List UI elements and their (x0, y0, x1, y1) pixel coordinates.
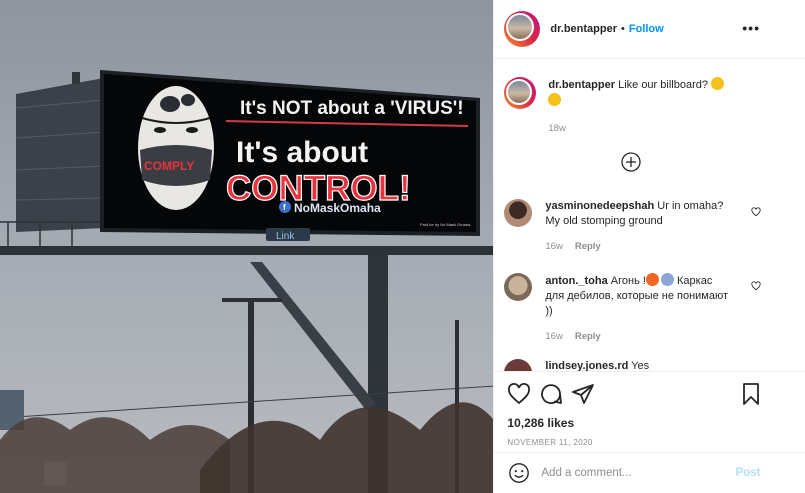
header-username[interactable]: dr.bentapper (550, 23, 617, 35)
post-comment-button[interactable]: Post (735, 467, 760, 479)
reply-button[interactable]: Reply (575, 241, 601, 252)
load-more-comments-icon[interactable] (621, 152, 642, 172)
caption-avatar[interactable] (504, 77, 537, 109)
fire-emoji-icon (645, 273, 659, 286)
like-heart-icon[interactable] (507, 382, 531, 406)
comment-item: anton._toha Агонь ! Каркас для дебилов, … (504, 273, 730, 344)
avatar[interactable] (504, 11, 541, 47)
comment-text: Yes (631, 360, 650, 372)
comment-text-part-a: Агонь ! (610, 275, 646, 287)
reply-button[interactable]: Reply (575, 331, 601, 342)
billboard-line2: It's about (236, 136, 368, 169)
caption-text: Like our billboard? (618, 79, 708, 91)
billboard-line1: It's NOT about a 'VIRUS'! (240, 98, 464, 119)
add-comment-bar: Add a comment... Post (494, 452, 805, 493)
comment-like-heart-icon[interactable] (751, 281, 761, 291)
svg-text:f: f (283, 203, 286, 212)
comment-bubble-icon[interactable] (539, 382, 563, 406)
comment-avatar[interactable] (504, 273, 533, 301)
comment-item: lindsey.jones.rd Yes (504, 359, 730, 372)
comment-item: yasminonedeepshah Ur in omaha? My old st… (504, 199, 730, 254)
billboard-small-print: Paid for by No Mask Omaha (420, 222, 471, 227)
instagram-post: It's NOT about a 'VIRUS'! It's about CON… (0, 0, 805, 493)
caption: dr.bentapper Like our billboard? 18w (504, 77, 748, 136)
comment-username[interactable]: lindsey.jones.rd (545, 360, 628, 371)
more-options-icon[interactable]: ••• (742, 20, 760, 36)
caption-username[interactable]: dr.bentapper (548, 79, 615, 91)
comment-time[interactable]: 16w (545, 241, 562, 252)
comment-like-heart-icon[interactable] (751, 207, 761, 217)
billboard-handle: NoMaskOmaha (294, 201, 381, 215)
rocket-emoji-icon (660, 273, 674, 286)
grimace-emoji-icon (548, 93, 562, 106)
share-plane-icon[interactable] (571, 382, 595, 406)
billboard-brand: Link (276, 231, 295, 242)
post-header: dr.bentapper • Follow ••• (494, 0, 805, 59)
sunglasses-emoji-icon (711, 77, 725, 90)
post-date[interactable]: NOVEMBER 11, 2020 (494, 438, 805, 447)
action-bar (494, 372, 805, 416)
comment-avatar[interactable] (504, 359, 533, 371)
billboard-mask-word: COMPLY (144, 159, 194, 173)
comment-username[interactable]: yasminonedeepshah (545, 200, 654, 212)
bookmark-icon[interactable] (739, 382, 763, 406)
comment-username[interactable]: anton._toha (545, 275, 607, 287)
billboard-photo: It's NOT about a 'VIRUS'! It's about CON… (0, 0, 494, 493)
likes-count[interactable]: 10,286 likes (494, 416, 805, 430)
comment-avatar[interactable] (504, 199, 533, 227)
comments-list[interactable]: dr.bentapper Like our billboard? 18w yas… (494, 59, 805, 372)
follow-button[interactable]: Follow (629, 23, 664, 35)
emoji-picker-icon[interactable] (508, 462, 530, 484)
separator-dot: • (621, 23, 625, 35)
post-sidebar: dr.bentapper • Follow ••• dr.bentapper L… (493, 0, 805, 493)
post-photo[interactable]: It's NOT about a 'VIRUS'! It's about CON… (0, 0, 494, 493)
comment-time[interactable]: 16w (545, 331, 562, 342)
comment-input[interactable]: Add a comment... (541, 467, 735, 479)
caption-time[interactable]: 18w (548, 123, 565, 134)
